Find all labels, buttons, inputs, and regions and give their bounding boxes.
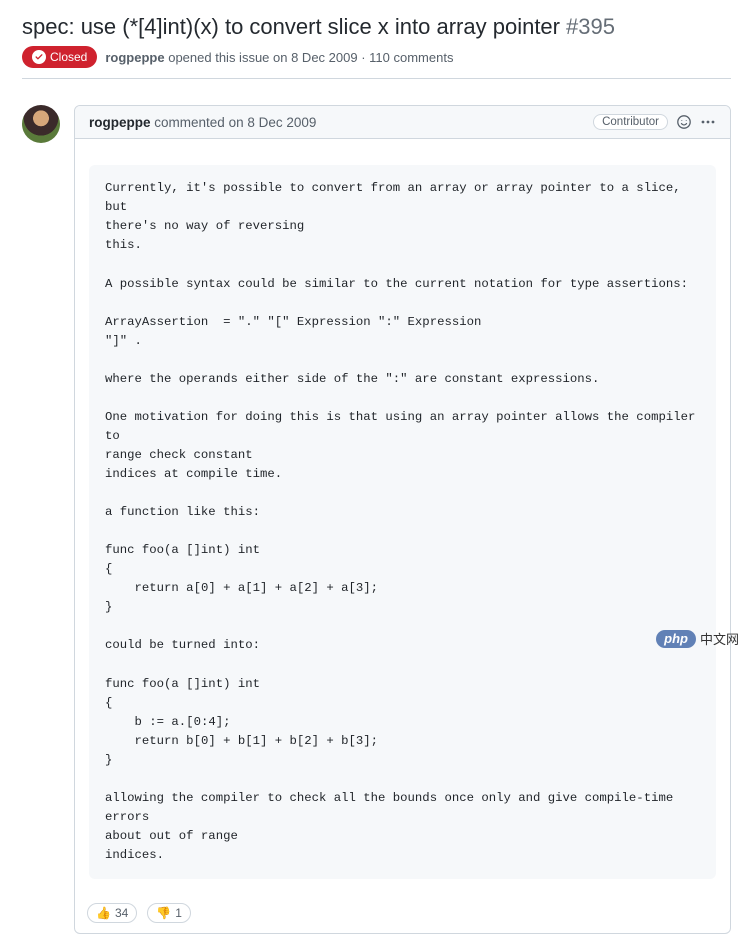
issue-meta-row: Closed rogpeppe opened this issue on 8 D… <box>22 46 731 79</box>
code-block: Currently, it's possible to convert from… <box>89 165 716 879</box>
comment-author-link[interactable]: rogpeppe <box>89 115 151 130</box>
comment-thread: rogpeppe commented on 8 Dec 2009 Contrib… <box>22 105 731 934</box>
reaction-thumbs-up[interactable]: 👍 34 <box>87 903 137 923</box>
comment-box: rogpeppe commented on 8 Dec 2009 Contrib… <box>74 105 731 934</box>
thumbs-down-count: 1 <box>175 906 182 920</box>
thumbs-up-count: 34 <box>115 906 128 920</box>
issue-byline: rogpeppe opened this issue on 8 Dec 2009… <box>105 50 453 65</box>
watermark-text: 中文网 <box>700 629 739 648</box>
thumbs-up-icon: 👍 <box>96 906 111 920</box>
issue-title: spec: use (*[4]int)(x) to convert slice … <box>22 14 560 40</box>
role-badge: Contributor <box>593 114 668 130</box>
comment-body: Currently, it's possible to convert from… <box>75 139 730 895</box>
react-icon[interactable] <box>676 114 692 130</box>
issue-comment-count: 110 comments <box>369 50 453 65</box>
closed-icon <box>32 50 46 64</box>
reaction-bar: 👍 34 👎 1 <box>75 895 730 933</box>
thumbs-down-icon: 👎 <box>156 906 171 920</box>
watermark: php 中文网 <box>656 629 739 648</box>
issue-state-label: Closed <box>50 50 87 64</box>
issue-opened-text: opened this issue on 8 Dec 2009 <box>168 50 357 65</box>
avatar[interactable] <box>22 105 60 143</box>
comment-timestamp: commented on 8 Dec 2009 <box>154 115 316 130</box>
comment-header: rogpeppe commented on 8 Dec 2009 Contrib… <box>75 106 730 139</box>
kebab-icon[interactable] <box>700 114 716 130</box>
watermark-logo: php <box>656 630 696 648</box>
issue-number: #395 <box>566 14 615 40</box>
issue-author-link[interactable]: rogpeppe <box>105 50 164 65</box>
reaction-thumbs-down[interactable]: 👎 1 <box>147 903 191 923</box>
issue-state-badge: Closed <box>22 46 97 68</box>
